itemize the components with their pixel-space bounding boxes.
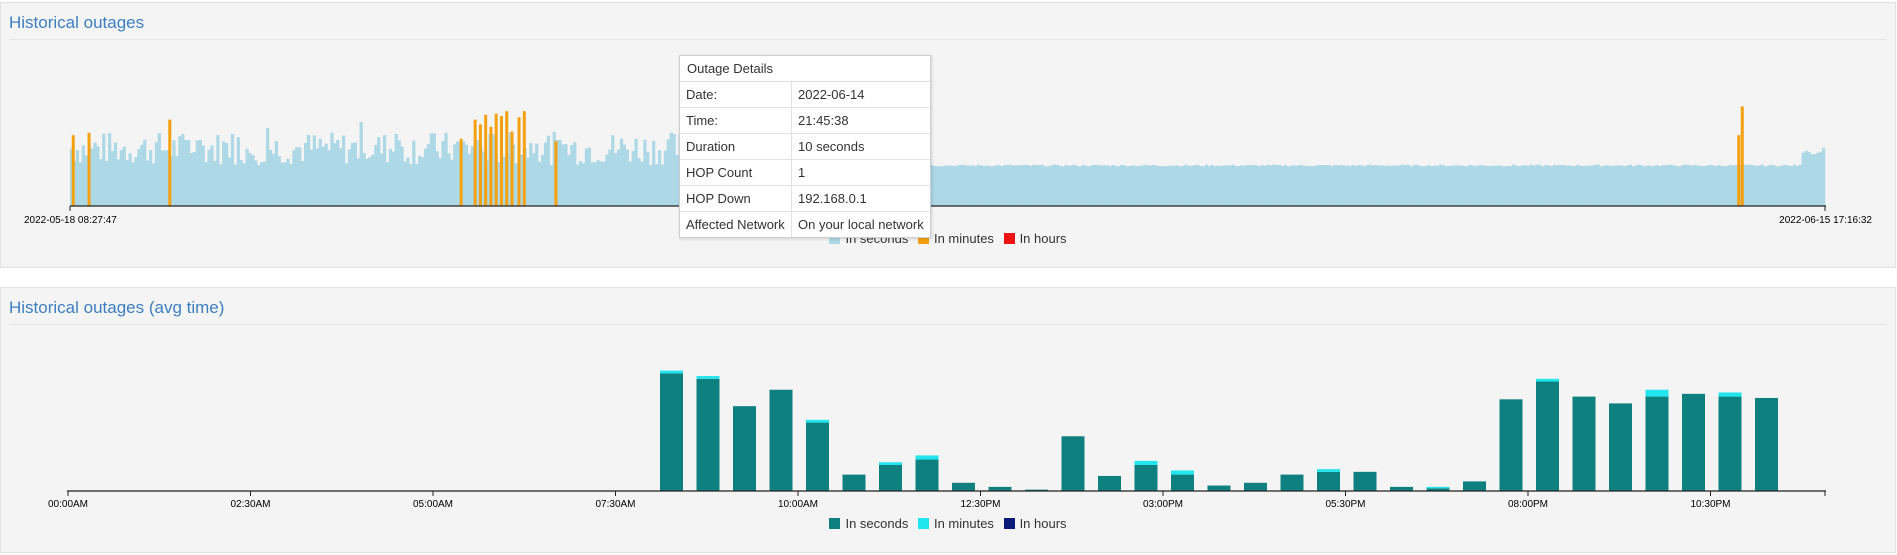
tooltip-value: 21:45:38: [791, 107, 930, 134]
legend-label: In minutes: [933, 516, 994, 531]
minutes-bar[interactable]: [915, 455, 939, 460]
seconds-bar[interactable]: [1207, 485, 1231, 491]
x-axis-tick-label: 05:00AM: [413, 499, 453, 510]
x-axis-tick-label: 00:00AM: [48, 499, 88, 510]
seconds-bar[interactable]: [733, 406, 756, 491]
seconds-bar[interactable]: [1317, 471, 1340, 491]
tooltip-value: 1: [791, 159, 930, 186]
tooltip-table: Date: 2022-06-14 Time: 21:45:38 Duration 10…: [680, 82, 930, 237]
x-axis-tick-label: 12:30PM: [960, 499, 1000, 510]
seconds-bar[interactable]: [988, 486, 1012, 491]
x-axis-tick-label: 03:00PM: [1143, 499, 1183, 510]
tooltip-row: Duration 10 seconds: [680, 133, 930, 160]
minutes-bar[interactable]: [1536, 378, 1559, 382]
tooltip-key: Affected Network: [680, 211, 792, 237]
seconds-bar[interactable]: [1244, 482, 1267, 491]
tooltip-key: Duration: [680, 133, 792, 160]
seconds-bar[interactable]: [1536, 381, 1559, 491]
legend-item-seconds[interactable]: In seconds: [829, 516, 908, 531]
tooltip-value: 192.168.0.1: [791, 185, 930, 212]
seconds-bar[interactable]: [1061, 436, 1085, 491]
tooltip-value: 2022-06-14: [798, 87, 865, 102]
seconds-bar[interactable]: [1353, 471, 1377, 491]
x-axis-tick-label: 05:30PM: [1325, 499, 1365, 510]
seconds-bar[interactable]: [769, 389, 793, 491]
seconds-bar[interactable]: [1499, 399, 1523, 491]
tooltip-value: On your local network: [791, 211, 930, 237]
seconds-bar[interactable]: [952, 482, 975, 491]
tooltip-row: HOP Down 192.168.0.1: [680, 185, 930, 212]
x-axis-tick-label: 10:00AM: [778, 499, 818, 510]
minutes-bar[interactable]: [1645, 389, 1669, 397]
seconds-bar[interactable]: [1718, 396, 1742, 491]
x-axis-tick-label: 08:00PM: [1508, 499, 1548, 510]
tooltip-row: Date: 2022-06-14: [680, 82, 930, 108]
tooltip-row: Time: 21:45:38: [680, 107, 930, 134]
seconds-bar[interactable]: [842, 474, 866, 491]
x-axis-tick-label: 02:30AM: [230, 499, 270, 510]
outage-details-tooltip: Outage Details Date: 2022-06-14 Time: 21:4…: [679, 55, 931, 238]
tooltip-key: Date:: [680, 82, 792, 108]
legend-item-hours[interactable]: In hours: [1003, 516, 1067, 531]
chart-legend: In seconds In minutes In hours: [0, 516, 1896, 531]
seconds-bar[interactable]: [1390, 486, 1413, 491]
seconds-bar[interactable]: [660, 373, 683, 491]
x-axis-tick-label: 07:30AM: [595, 499, 635, 510]
tooltip-key: HOP Count: [680, 159, 792, 186]
legend-label: In hours: [1019, 516, 1067, 531]
seconds-bar[interactable]: [1280, 474, 1304, 491]
minutes-bar[interactable]: [660, 370, 683, 374]
seconds-bar[interactable]: [1463, 481, 1486, 491]
x-axis-tick-label: 10:30PM: [1690, 499, 1730, 510]
legend-item-minutes[interactable]: In minutes: [917, 516, 994, 531]
minutes-bar[interactable]: [1426, 486, 1450, 489]
seconds-bar[interactable]: [806, 422, 829, 491]
seconds-bar[interactable]: [1755, 397, 1778, 491]
avg-outage-bars: [660, 370, 1778, 491]
minutes-bar[interactable]: [806, 419, 829, 423]
seconds-bar[interactable]: [1098, 475, 1121, 491]
seconds-bar[interactable]: [1134, 465, 1158, 491]
minutes-bar[interactable]: [1317, 469, 1340, 472]
x-axis-ticks: 00:00AM 02:30AM 05:00AM 07:30AM 10:00AM 12:30…: [48, 491, 1826, 510]
minutes-bar[interactable]: [1134, 460, 1158, 465]
legend-swatch: [1003, 518, 1015, 529]
seconds-bar[interactable]: [1645, 396, 1669, 491]
legend-label: In seconds: [845, 516, 909, 531]
seconds-bar[interactable]: [1171, 474, 1194, 491]
minutes-bar[interactable]: [1718, 392, 1742, 397]
seconds-bar[interactable]: [1572, 396, 1596, 491]
seconds-bar[interactable]: [879, 465, 902, 491]
seconds-bar[interactable]: [696, 378, 720, 491]
minutes-bar[interactable]: [1171, 470, 1194, 475]
tooltip-row: Affected Network On your local network: [680, 211, 930, 237]
seconds-bar[interactable]: [915, 459, 939, 491]
legend-swatch: [917, 518, 929, 529]
tooltip-value: 10 seconds: [791, 133, 930, 160]
tooltip-header: Outage Details: [680, 56, 930, 82]
historical-outages-avg-chart[interactable]: 00:00AM 02:30AM 05:00AM 07:30AM 10:00AM 12:30…: [0, 0, 1897, 555]
seconds-bar[interactable]: [1682, 393, 1705, 491]
tooltip-key: HOP Down: [680, 185, 792, 212]
tooltip-row: HOP Count 1: [680, 159, 930, 186]
minutes-bar[interactable]: [696, 376, 720, 379]
tooltip-key: Time:: [680, 107, 792, 134]
legend-swatch: [829, 518, 841, 529]
seconds-bar[interactable]: [1609, 403, 1632, 491]
minutes-bar[interactable]: [879, 462, 902, 465]
